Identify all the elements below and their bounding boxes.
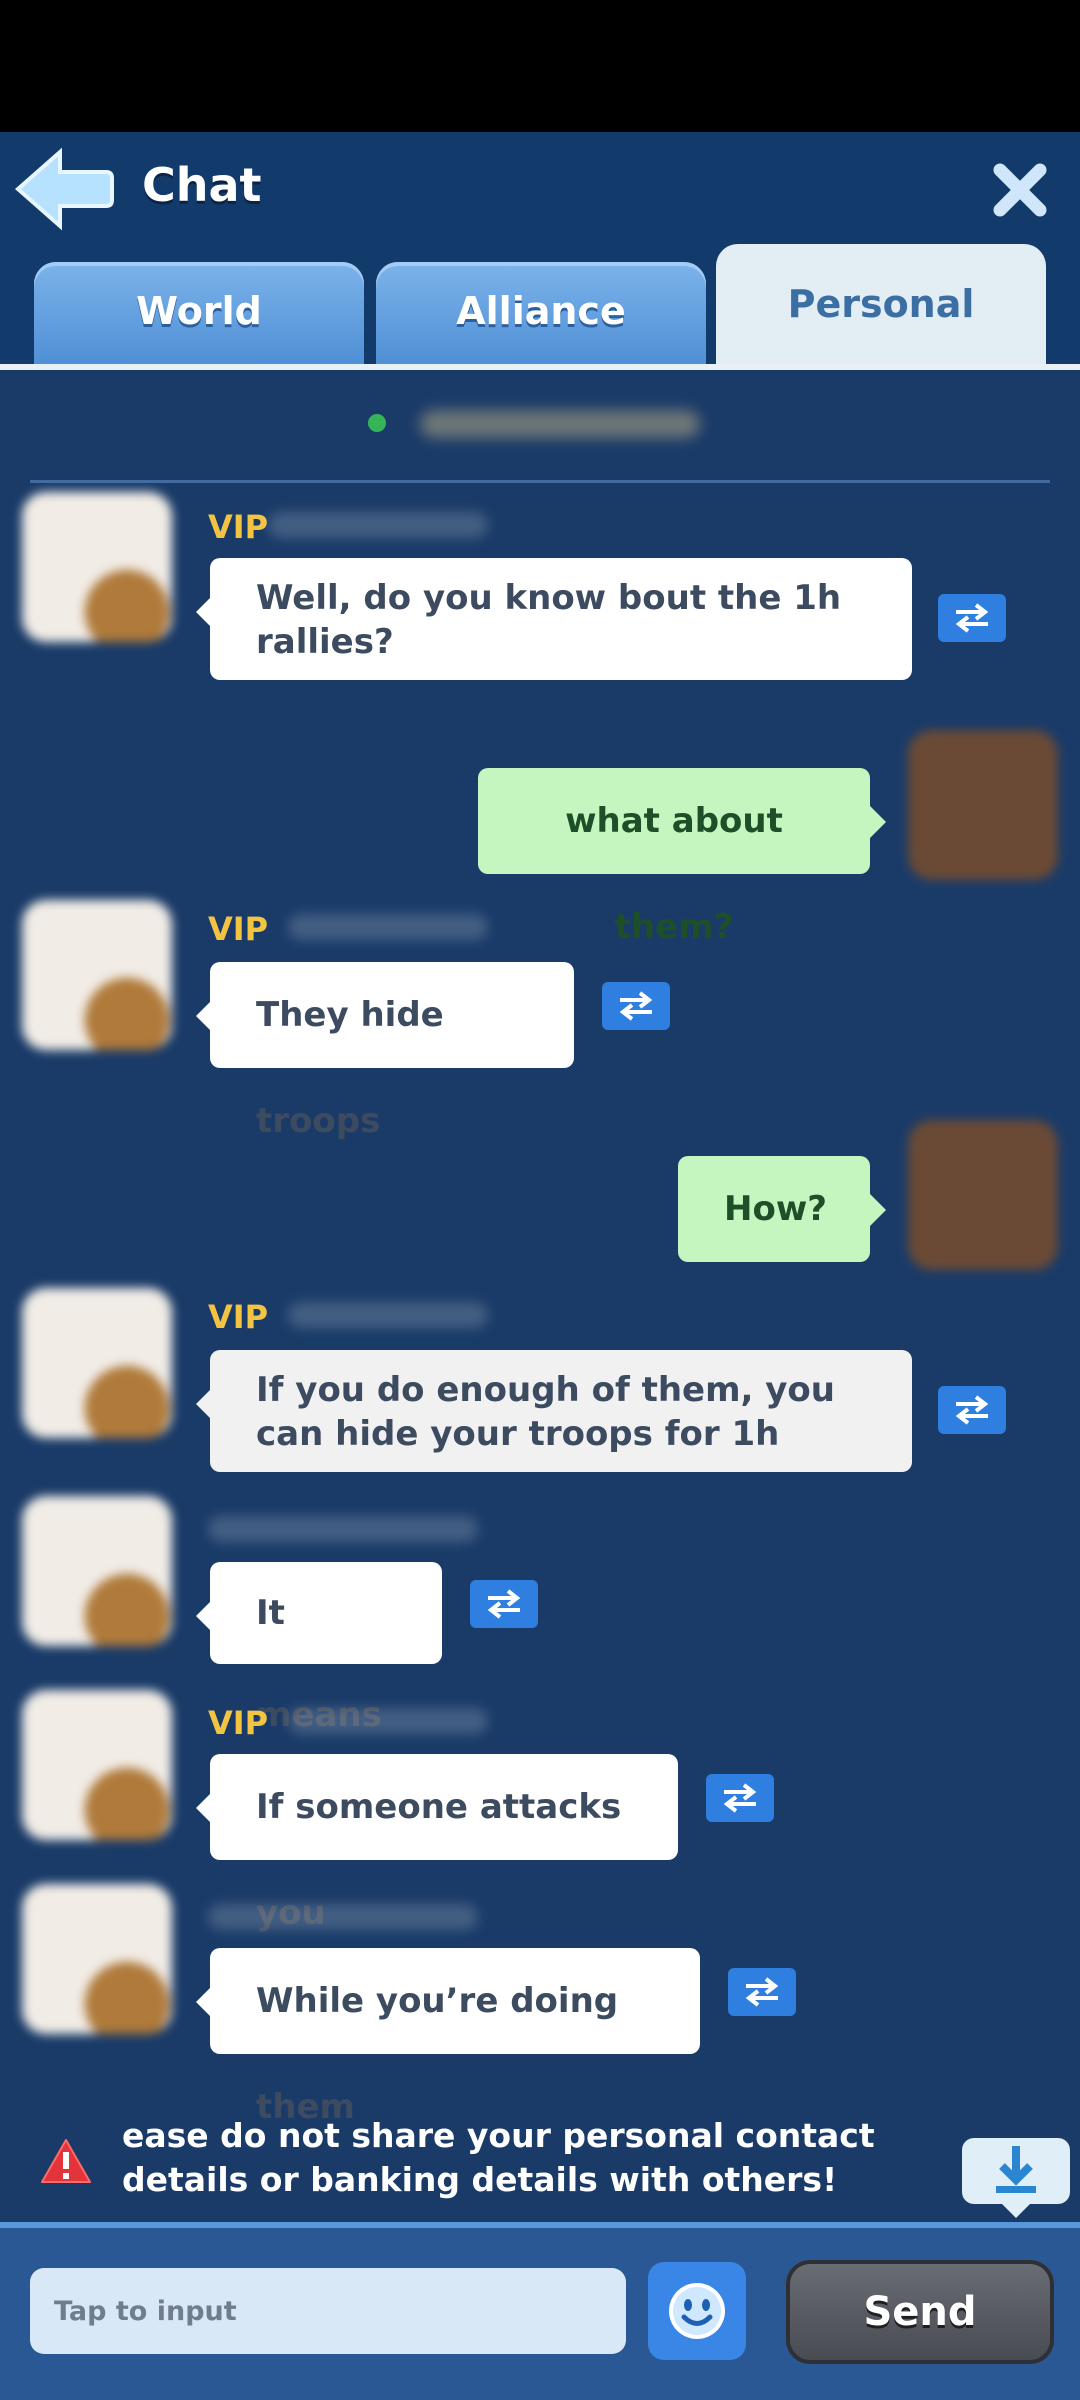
my-avatar[interactable] — [908, 1120, 1058, 1270]
avatar[interactable] — [22, 900, 172, 1050]
message-bubble: Well, do you know bout the 1h rallies? — [196, 558, 912, 680]
avatar[interactable] — [22, 1496, 172, 1646]
sender-name — [288, 1708, 488, 1734]
translate-button[interactable] — [728, 1968, 796, 2016]
emoji-button[interactable] — [648, 2262, 746, 2360]
vip-badge: VIP — [208, 1704, 269, 1742]
warning-text: ease do not share your personal contact … — [122, 2116, 875, 2199]
my-message-bubble: what about them? — [478, 768, 886, 947]
translate-button[interactable] — [938, 1386, 1006, 1434]
message-bubble: They hide troops — [196, 962, 574, 1141]
translate-icon — [723, 1783, 757, 1813]
translate-icon — [955, 603, 989, 633]
translate-icon — [487, 1589, 521, 1619]
scroll-to-bottom-button[interactable] — [962, 2138, 1070, 2218]
sender-name — [288, 914, 488, 940]
sender-name — [208, 1904, 478, 1930]
close-icon — [993, 163, 1047, 217]
online-status-dot — [368, 414, 386, 432]
vip-badge: VIP — [208, 508, 269, 546]
translate-button[interactable] — [602, 982, 670, 1030]
message-bubble: If you do enough of them, you can hide y… — [196, 1350, 912, 1472]
divider — [30, 480, 1050, 483]
message-bubble: It means — [196, 1562, 442, 1735]
close-button[interactable] — [990, 160, 1050, 220]
avatar[interactable] — [22, 1690, 172, 1840]
vip-badge: VIP — [208, 1298, 269, 1336]
sender-name — [268, 512, 488, 538]
tab-alliance[interactable]: Alliance — [376, 262, 706, 366]
translate-icon — [619, 991, 653, 1021]
smiley-icon — [669, 2283, 725, 2339]
tab-personal[interactable]: Personal — [716, 244, 1046, 366]
back-button[interactable] — [14, 146, 114, 232]
message-bubble: While you’re doing them — [196, 1948, 700, 2127]
my-avatar[interactable] — [908, 730, 1058, 880]
vip-badge: VIP — [208, 910, 269, 948]
translate-button[interactable] — [706, 1774, 774, 1822]
page-title: Chat — [142, 158, 262, 212]
translate-button[interactable] — [938, 594, 1006, 642]
my-message-bubble: How? — [678, 1156, 886, 1262]
conversation-partner-name — [420, 410, 700, 438]
sender-name — [288, 1302, 488, 1328]
send-button[interactable]: Send — [786, 2260, 1054, 2364]
message-input[interactable] — [30, 2268, 626, 2354]
arrow-left-icon — [14, 147, 114, 231]
sender-name — [208, 1516, 478, 1542]
download-icon — [996, 2146, 1036, 2193]
translate-button[interactable] — [470, 1580, 538, 1628]
avatar[interactable] — [22, 492, 172, 642]
translate-icon — [745, 1977, 779, 2007]
translate-icon — [955, 1395, 989, 1425]
avatar[interactable] — [22, 1288, 172, 1438]
warning-icon — [40, 2138, 92, 2184]
status-bar — [0, 0, 1080, 132]
message-bubble: If someone attacks you — [196, 1754, 678, 1933]
tab-world[interactable]: World — [34, 262, 364, 366]
avatar[interactable] — [22, 1884, 172, 2034]
